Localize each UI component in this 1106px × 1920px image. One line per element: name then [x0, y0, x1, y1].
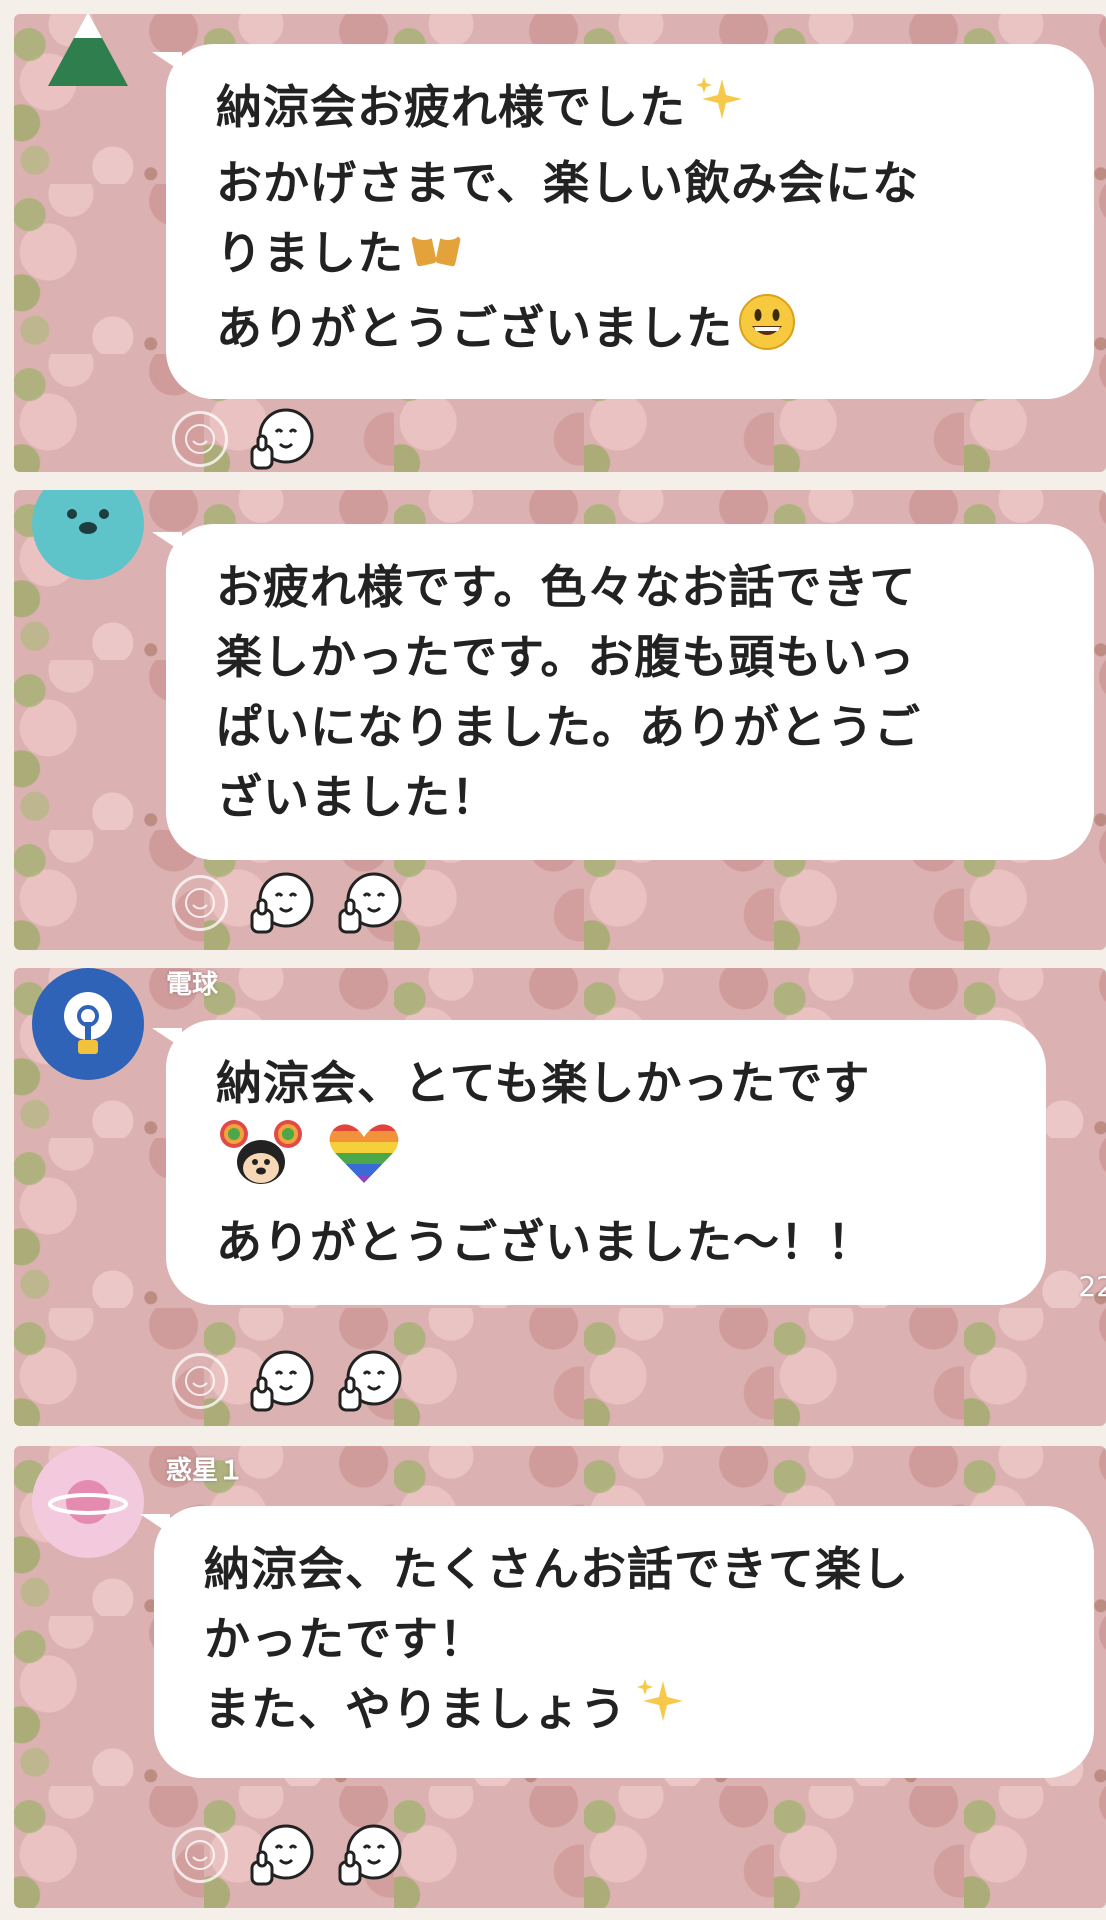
emoji-line: [216, 1118, 996, 1207]
chat-message-2: お疲れ様です。色々なお話できて 楽しかったです。お腹も頭もいっ ぱいになりました…: [14, 490, 1106, 950]
beer-mugs-emoji: [408, 221, 466, 292]
message-line: ありがとうございました: [216, 301, 733, 355]
rainbow-heart-emoji: [327, 1119, 401, 1206]
chat-message-4: 惑星１ 納涼会、たくさんお話できて楽し かったです！ また、やりましょう: [14, 1446, 1106, 1908]
avatar[interactable]: [32, 14, 144, 118]
message-line: また、やりましょう: [204, 1682, 627, 1736]
message-bubble[interactable]: 納涼会お疲れ様でした おかげさまで、楽しい飲み会にな りました ありがとうござい…: [152, 44, 1094, 399]
add-reaction-button[interactable]: [172, 875, 228, 931]
message-line: おかげさまで、楽しい飲み会にな: [216, 156, 920, 210]
reaction-row: [172, 406, 316, 472]
message-line: ぱいになりました。ありがとうご: [216, 700, 921, 754]
message-line: 納涼会、とても楽しかったです: [216, 1056, 871, 1110]
message-line: 納涼会、たくさんお話できて楽し: [204, 1542, 909, 1596]
message-line: ざいました！: [216, 770, 498, 824]
avatar[interactable]: [32, 490, 144, 580]
thumbs-up-face-stamp[interactable]: [332, 870, 404, 936]
sparkles-emoji: [631, 1675, 687, 1750]
thumbs-up-face-stamp[interactable]: [244, 1348, 316, 1414]
avatar[interactable]: [32, 1446, 144, 1558]
message-line: かったです！: [204, 1612, 486, 1666]
smiling-face-emoji: [737, 292, 797, 371]
bear-icon: [67, 509, 109, 534]
sender-name: 惑星１: [166, 1456, 245, 1486]
message-bubble[interactable]: 納涼会、たくさんお話できて楽し かったです！ また、やりましょう: [140, 1506, 1094, 1778]
smiley-outline-icon: [185, 888, 215, 918]
chat-message-1: 納涼会お疲れ様でした おかげさまで、楽しい飲み会にな りました ありがとうござい…: [14, 14, 1106, 472]
tree-icon: [48, 14, 128, 86]
avatar[interactable]: [32, 968, 144, 1080]
timestamp: 22: [1078, 1270, 1106, 1303]
thumbs-up-face-stamp[interactable]: [332, 1822, 404, 1888]
add-reaction-button[interactable]: [172, 411, 228, 467]
smiley-outline-icon: [185, 424, 215, 454]
reaction-row: [172, 1348, 404, 1414]
thumbs-up-face-stamp[interactable]: [244, 1822, 316, 1888]
thumbs-up-face-stamp[interactable]: [244, 870, 316, 936]
sparkles-emoji: [690, 73, 746, 148]
rainbow-mouse-emoji: [216, 1118, 306, 1207]
message-bubble[interactable]: お疲れ様です。色々なお話できて 楽しかったです。お腹も頭もいっ ぱいになりました…: [152, 524, 1094, 860]
reaction-row: [172, 870, 404, 936]
message-line: 楽しかったです。お腹も頭もいっ: [216, 630, 916, 684]
add-reaction-button[interactable]: [172, 1827, 228, 1883]
add-reaction-button[interactable]: [172, 1353, 228, 1409]
smiley-outline-icon: [185, 1840, 215, 1870]
sender-name: 電球: [166, 970, 219, 1000]
message-bubble[interactable]: 納涼会、とても楽しかったです ありがとうございました〜！！: [152, 1020, 1046, 1305]
thumbs-up-face-stamp[interactable]: [332, 1348, 404, 1414]
message-line: 納涼会お疲れ様でした: [216, 80, 686, 134]
message-line: りました: [216, 226, 404, 280]
chat-message-3: 電球 納涼会、とても楽しかったです ありがとうございました〜！！ 22: [14, 968, 1106, 1426]
message-line: ありがとうございました〜！！: [216, 1215, 874, 1269]
planet-icon: [48, 1480, 128, 1524]
reaction-row: [172, 1822, 404, 1888]
lightbulb-icon: [64, 992, 112, 1054]
message-line: お疲れ様です。色々なお話できて: [216, 560, 917, 614]
thumbs-up-face-stamp[interactable]: [244, 406, 316, 472]
smiley-outline-icon: [185, 1366, 215, 1396]
